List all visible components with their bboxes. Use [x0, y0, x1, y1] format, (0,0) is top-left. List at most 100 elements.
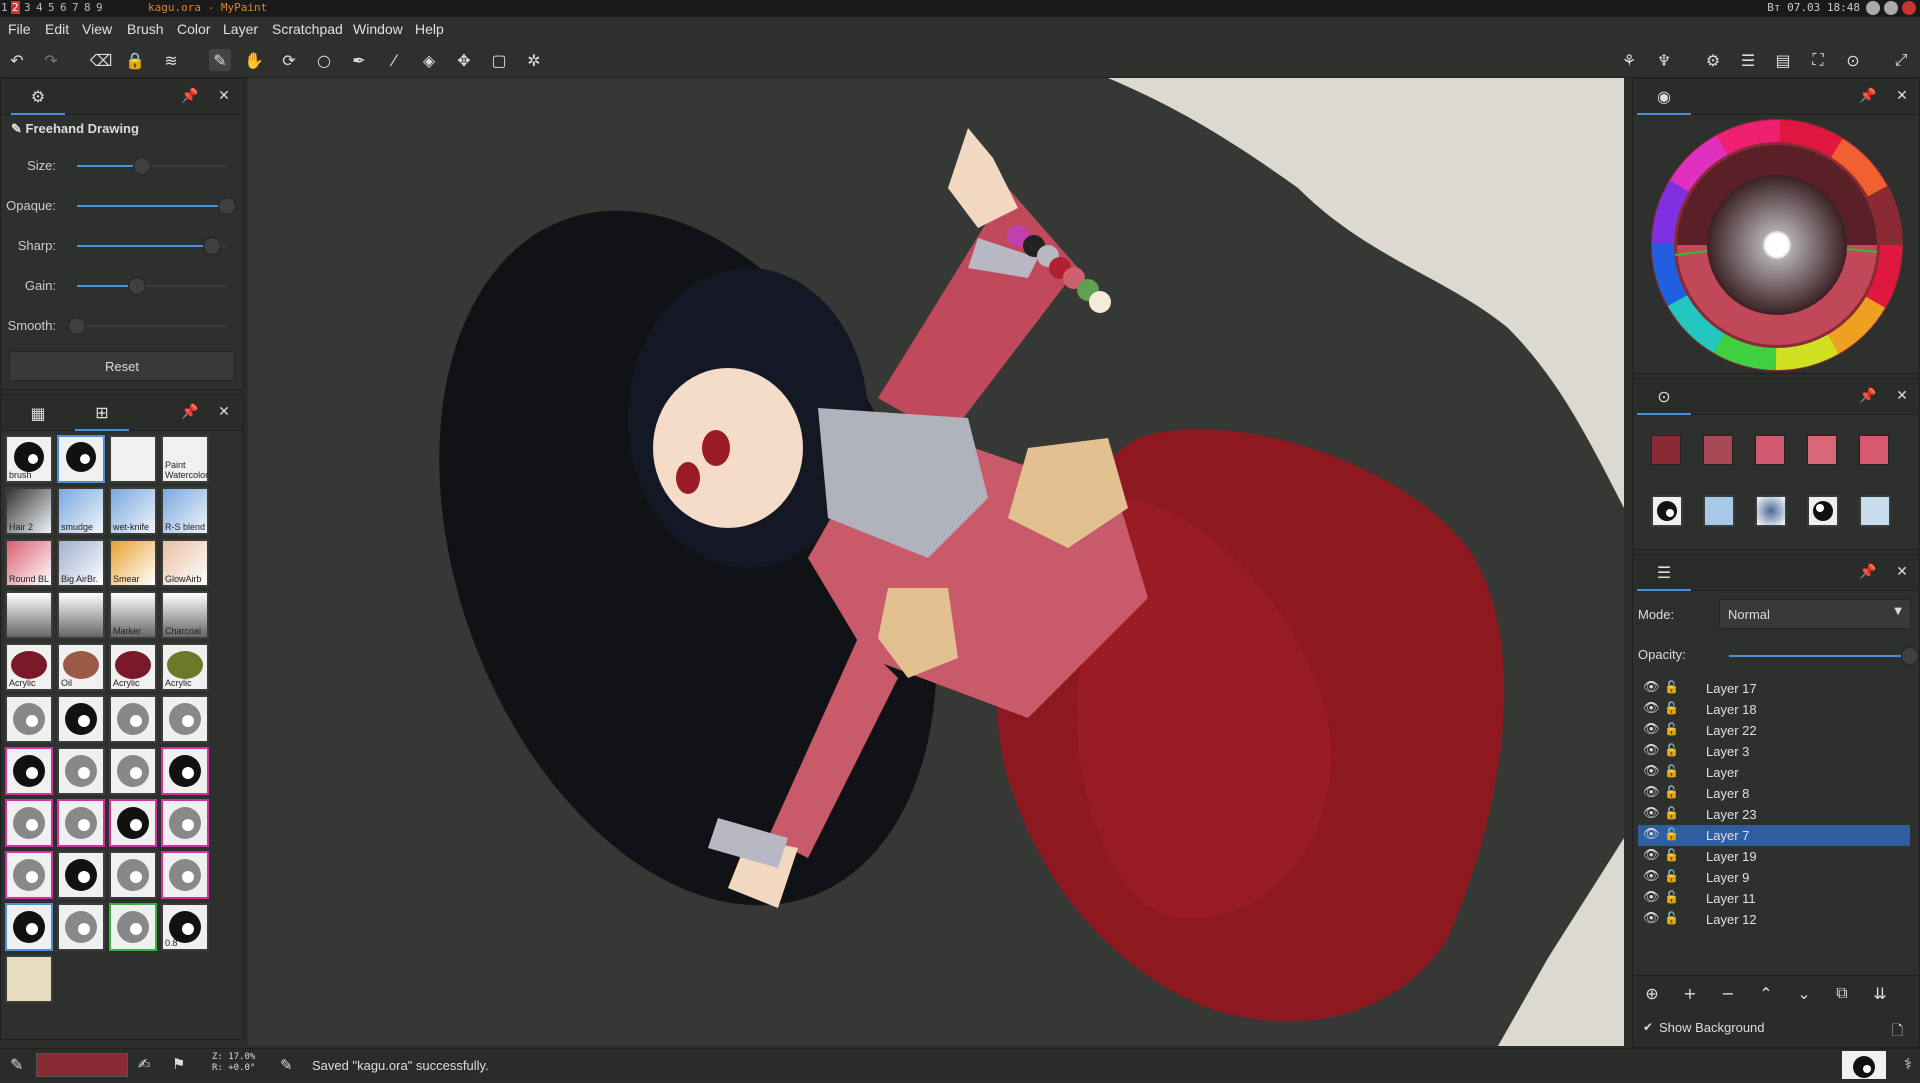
- menu-scratchpad[interactable]: Scratchpad: [272, 21, 343, 37]
- history-icon[interactable]: ⊙: [1842, 49, 1864, 71]
- unlocked-icon[interactable]: 🔓: [1664, 848, 1679, 862]
- freehand-tool-icon[interactable]: ✎: [209, 49, 231, 71]
- new-layer-group-icon[interactable]: ⊕: [1641, 982, 1663, 1004]
- pin-icon[interactable]: 📌: [181, 88, 199, 106]
- brush-preset[interactable]: [57, 435, 105, 483]
- brush-preset[interactable]: [161, 851, 209, 899]
- brush-preset[interactable]: [57, 747, 105, 795]
- layer-row[interactable]: 👁 🔓 Layer 9: [1638, 867, 1910, 888]
- slider-knob[interactable]: [132, 157, 151, 175]
- brush-preset[interactable]: Acrylic: [161, 643, 209, 691]
- brush-preset[interactable]: 0.8: [161, 903, 209, 951]
- lock-alpha-icon[interactable]: 🔒: [124, 49, 146, 71]
- color-history-swatch[interactable]: [1651, 435, 1681, 465]
- background-properties-icon[interactable]: 🗋: [1892, 1020, 1903, 1044]
- brush-preset[interactable]: [57, 695, 105, 743]
- brush-preset[interactable]: Acrylic: [5, 643, 53, 691]
- menu-edit[interactable]: Edit: [45, 21, 69, 37]
- layer-row[interactable]: 👁 🔓 Layer 12: [1638, 909, 1910, 930]
- brush-preset[interactable]: R-S blend: [161, 487, 209, 535]
- brush-group-tab-icon[interactable]: ▦: [11, 395, 65, 431]
- unlocked-icon[interactable]: 🔓: [1664, 701, 1679, 715]
- brush-preset[interactable]: [161, 747, 209, 795]
- brush-preset[interactable]: Marker: [109, 591, 157, 639]
- color-wheel[interactable]: [1647, 115, 1907, 371]
- unlocked-icon[interactable]: 🔓: [1664, 911, 1679, 925]
- close-icon[interactable]: ✕: [1893, 388, 1911, 406]
- color-picker-icon[interactable]: ⁄: [383, 49, 405, 71]
- menu-window[interactable]: Window: [353, 21, 403, 37]
- brush-preset[interactable]: Smear: [109, 539, 157, 587]
- layer-row[interactable]: 👁 🔓 Layer: [1638, 762, 1910, 783]
- recent-brush[interactable]: [1703, 495, 1735, 527]
- unlocked-icon[interactable]: 🔓: [1664, 785, 1679, 799]
- pan-view-icon[interactable]: ✋: [243, 49, 265, 71]
- symmetry-tool-icon[interactable]: ✲: [523, 49, 545, 71]
- color-picker-icon[interactable]: ⚑: [172, 1055, 185, 1073]
- workspace-7[interactable]: 7: [72, 1, 79, 14]
- brush-preset[interactable]: [109, 903, 157, 951]
- scratchpad-icon[interactable]: ▤: [1772, 49, 1794, 71]
- slider-track[interactable]: [68, 317, 227, 335]
- reset-button[interactable]: Reset: [9, 351, 235, 381]
- brush-preset[interactable]: [109, 851, 157, 899]
- visibility-icon[interactable]: 👁: [1643, 785, 1660, 800]
- color-history-swatch[interactable]: [1859, 435, 1889, 465]
- layer-row[interactable]: 👁 🔓 Layer 19: [1638, 846, 1910, 867]
- layer-row[interactable]: 👁 🔓 Layer 7: [1638, 825, 1910, 846]
- brush-preset[interactable]: [5, 955, 53, 1003]
- redo-icon[interactable]: ↷: [40, 49, 62, 71]
- close-icon[interactable]: ✕: [1893, 564, 1911, 582]
- brush-settings-icon[interactable]: ⚕: [1904, 1055, 1912, 1073]
- workspace-2[interactable]: 2: [11, 1, 20, 14]
- visibility-icon[interactable]: 👁: [1643, 764, 1660, 779]
- slider-track[interactable]: [77, 237, 227, 255]
- ellipse-tool-icon[interactable]: ○: [313, 49, 335, 71]
- slider-track[interactable]: [77, 197, 236, 215]
- unlocked-icon[interactable]: 🔓: [1664, 743, 1679, 757]
- settings-tab-icon[interactable]: ⚙: [11, 79, 65, 115]
- recent-brush[interactable]: [1755, 495, 1787, 527]
- slider-size[interactable]: Size:: [1, 151, 241, 181]
- visibility-icon[interactable]: 👁: [1643, 911, 1660, 926]
- rotate-view-icon[interactable]: ⟳: [278, 49, 300, 71]
- slider-knob[interactable]: [218, 197, 236, 215]
- frame-tool-icon[interactable]: ▢: [488, 49, 510, 71]
- layer-row[interactable]: 👁 🔓 Layer 8: [1638, 783, 1910, 804]
- inking-tool-icon[interactable]: ✒: [348, 49, 370, 71]
- visibility-icon[interactable]: 👁: [1643, 848, 1660, 863]
- brush-preset[interactable]: [161, 695, 209, 743]
- visibility-icon[interactable]: 👁: [1643, 722, 1660, 737]
- slider-track[interactable]: [77, 277, 227, 295]
- expand-icon[interactable]: ⤢: [1890, 49, 1912, 71]
- history-tab-icon[interactable]: ⊙: [1637, 379, 1691, 415]
- brush-group-icon[interactable]: ♆: [1653, 49, 1675, 71]
- layer-row[interactable]: 👁 🔓 Layer 3: [1638, 741, 1910, 762]
- visibility-icon[interactable]: 👁: [1643, 869, 1660, 884]
- menu-help[interactable]: Help: [415, 21, 444, 37]
- unlocked-icon[interactable]: 🔓: [1664, 680, 1679, 694]
- brush-preset[interactable]: [5, 591, 53, 639]
- brush-preset[interactable]: [57, 903, 105, 951]
- current-brush-preview[interactable]: [1842, 1051, 1886, 1079]
- move-layer-down-icon[interactable]: ⌄: [1793, 982, 1815, 1004]
- brush-preset[interactable]: Charcoal: [161, 591, 209, 639]
- layers-tab-icon[interactable]: ☰: [1637, 555, 1691, 591]
- workspace-3[interactable]: 3: [24, 1, 31, 14]
- unlocked-icon[interactable]: 🔓: [1664, 869, 1679, 883]
- unlocked-icon[interactable]: 🔓: [1664, 722, 1679, 736]
- menu-color[interactable]: Color: [177, 21, 210, 37]
- hcy-wheel-tab-icon[interactable]: ◉: [1637, 79, 1691, 115]
- slider-smooth[interactable]: Smooth:: [1, 311, 241, 341]
- colorize-icon[interactable]: ≋: [160, 49, 182, 71]
- menu-file[interactable]: File: [8, 21, 31, 37]
- slider-track[interactable]: [77, 157, 227, 175]
- merge-down-icon[interactable]: ⇊: [1869, 982, 1891, 1004]
- recent-brush[interactable]: [1859, 495, 1891, 527]
- brush-preset[interactable]: Acrylic: [109, 643, 157, 691]
- opacity-slider[interactable]: [1729, 647, 1919, 665]
- color-history-swatch[interactable]: [1755, 435, 1785, 465]
- duplicate-layer-icon[interactable]: ⧉: [1831, 982, 1853, 1004]
- brush-preset[interactable]: [161, 799, 209, 847]
- visibility-icon[interactable]: 👁: [1643, 827, 1660, 842]
